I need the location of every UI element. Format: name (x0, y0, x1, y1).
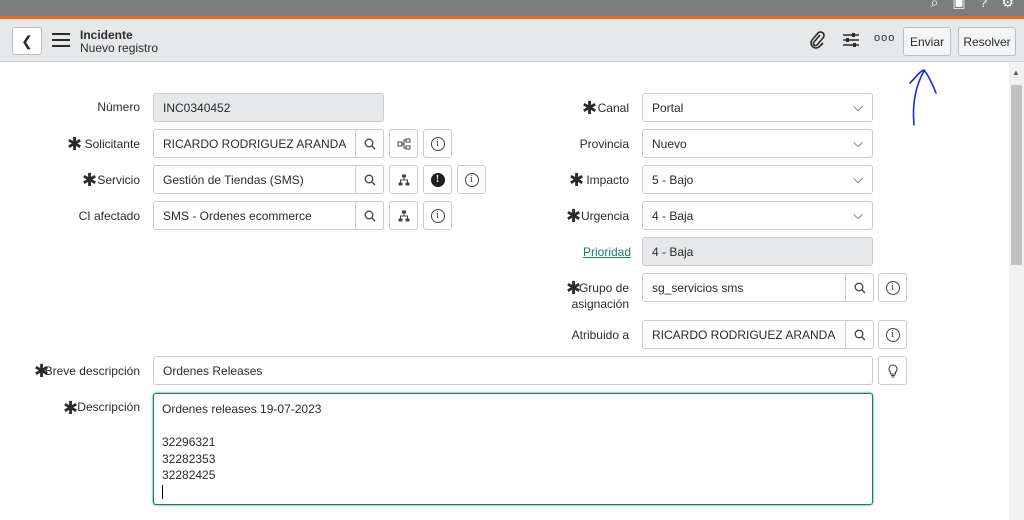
search-icon[interactable] (355, 129, 384, 158)
search-icon[interactable] (355, 165, 384, 194)
servicio-label: Servicio (97, 173, 140, 187)
textarea-line: 32282425 (162, 468, 216, 482)
paperclip-icon[interactable] (808, 31, 826, 54)
hierarchy-icon[interactable] (389, 201, 418, 230)
back-button[interactable]: ❮ (12, 27, 42, 55)
solicitante-label: Solicitante (84, 137, 140, 151)
form-header: ❮ Incidente Nuevo registro ooo Enviar Re… (0, 19, 1024, 62)
submit-button[interactable]: Enviar (903, 27, 951, 56)
scroll-thumb[interactable] (1011, 85, 1022, 265)
grupo-field[interactable]: sg_servicios sms (642, 273, 873, 302)
page-subtitle: Nuevo registro (80, 41, 159, 55)
impacto-label: Impacto (586, 173, 629, 187)
impacto-select[interactable]: 5 - Bajo (642, 165, 873, 194)
sliders-icon[interactable] (841, 31, 861, 54)
solicitante-field[interactable]: RICARDO RODRIGUEZ ARANDA (153, 129, 384, 158)
search-icon[interactable] (355, 201, 384, 230)
grupo-label-line2: asignación (571, 297, 629, 311)
descripcion-label: Descripción (77, 400, 140, 414)
info-icon: i (885, 327, 900, 342)
provincia-label: Provincia (579, 137, 629, 151)
warning-button[interactable]: ! (423, 165, 452, 194)
servicio-field[interactable]: Gestión de Tiendas (SMS) (153, 165, 384, 194)
descripcion-textarea[interactable]: Ordenes releases 19-07-2023 32296321 322… (153, 393, 873, 505)
textarea-line: 32296321 (162, 435, 216, 449)
top-navigation-bar: ⌕ ▣ ? ⚙ (0, 0, 1024, 17)
top-nav-icons: ⌕ ▣ ? ⚙ (931, 0, 1014, 11)
vertical-scrollbar[interactable]: ▲ (1009, 63, 1024, 520)
chat-icon[interactable]: ▣ (952, 0, 965, 11)
ci-field[interactable]: SMS - Ordenes ecommerce (153, 201, 384, 230)
prioridad-link[interactable]: Prioridad (583, 245, 631, 259)
lightbulb-icon (887, 363, 898, 378)
numero-label: Número (97, 100, 140, 114)
info-button[interactable]: i (878, 273, 907, 302)
info-button[interactable]: i (457, 165, 486, 194)
search-icon[interactable] (845, 320, 874, 349)
textarea-line: 32282353 (162, 451, 216, 466)
textarea-line: Ordenes releases 19-07-2023 (162, 402, 322, 416)
more-icon[interactable]: ooo (874, 32, 895, 44)
urgencia-label: Urgencia (580, 209, 629, 223)
prioridad-field: 4 - Baja (642, 237, 873, 266)
annotation-arrow-icon (909, 69, 937, 126)
back-icon: ❮ (21, 32, 33, 49)
info-button[interactable]: i (878, 320, 907, 349)
provincia-select[interactable]: Nuevo (642, 129, 873, 158)
search-icon[interactable] (845, 273, 874, 302)
info-icon: i (430, 208, 445, 223)
resolve-button[interactable]: Resolver (958, 27, 1016, 56)
gear-icon[interactable]: ⚙ (1001, 0, 1014, 11)
info-icon: i (464, 172, 479, 187)
org-chart-icon[interactable] (389, 129, 418, 158)
info-icon: i (885, 280, 900, 295)
suggestion-button[interactable] (878, 356, 907, 385)
text-caret (162, 484, 864, 501)
hierarchy-icon[interactable] (389, 165, 418, 194)
grupo-label-line1: Grupo de (578, 281, 629, 295)
page-title: Incidente (80, 28, 133, 42)
info-button[interactable]: i (423, 129, 452, 158)
alert-icon: ! (430, 172, 445, 187)
canal-label: Canal (597, 101, 629, 115)
breve-label: Breve descripción (44, 364, 140, 378)
atribuido-label: Atribuido a (571, 328, 629, 342)
textarea-line (162, 418, 864, 435)
numero-field: INC0340452 (153, 93, 384, 122)
search-icon[interactable]: ⌕ (931, 0, 939, 11)
ci-label: CI afectado (78, 209, 140, 223)
scroll-up-icon[interactable]: ▲ (1012, 68, 1020, 77)
info-button[interactable]: i (423, 201, 452, 230)
atribuido-field[interactable]: RICARDO RODRIGUEZ ARANDA (642, 320, 873, 349)
urgencia-select[interactable]: 4 - Baja (642, 201, 873, 230)
breve-field[interactable]: Ordenes Releases (153, 356, 873, 385)
info-icon: i (430, 136, 445, 151)
canal-select[interactable]: Portal (642, 93, 873, 122)
menu-icon[interactable] (52, 33, 70, 47)
help-icon[interactable]: ? (980, 0, 988, 11)
